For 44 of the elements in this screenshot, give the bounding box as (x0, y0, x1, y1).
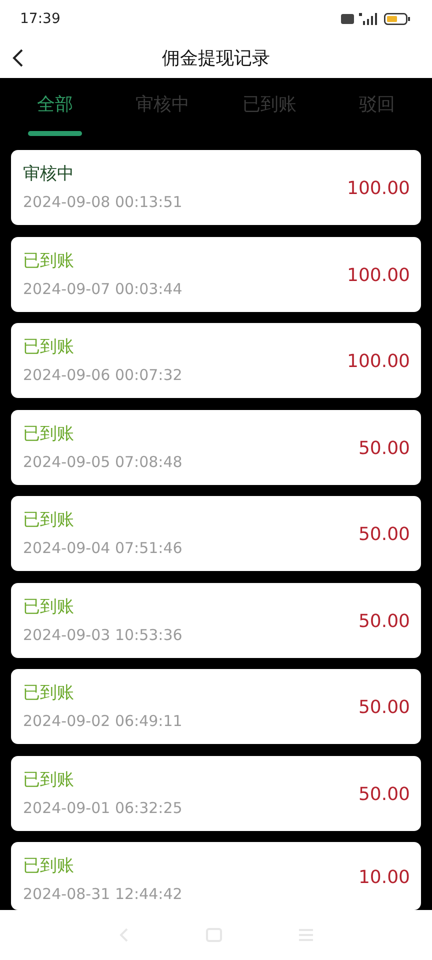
record-amount: 100.00 (347, 178, 410, 199)
record-card[interactable]: 已到账 2024-09-07 00:03:44 100.00 (11, 236, 421, 312)
clock: 17:39 (20, 11, 60, 27)
record-card[interactable]: 已到账 2024-09-05 07:08:48 50.00 (11, 410, 421, 484)
record-time: 2024-09-05 07:08:48 (23, 452, 182, 470)
record-amount: 50.00 (358, 784, 410, 804)
record-card[interactable]: 已到账 2024-09-03 10:53:36 50.00 (11, 582, 421, 658)
record-time: 2024-09-01 06:32:25 (23, 798, 182, 816)
record-card[interactable]: 已到账 2024-08-31 12:44:42 10.00 (11, 842, 421, 910)
record-status: 已到账 (23, 682, 75, 704)
record-card[interactable]: 审核中 2024-09-08 00:13:51 100.00 (11, 150, 421, 225)
record-status: 已到账 (23, 509, 75, 531)
record-amount: 100.00 (347, 351, 410, 372)
record-status: 已到账 (23, 596, 75, 618)
menu-icon[interactable] (298, 928, 314, 942)
record-card[interactable]: 已到账 2024-09-01 06:32:25 50.00 (11, 756, 421, 830)
record-status: 已到账 (23, 422, 75, 444)
record-time: 2024-09-03 10:53:36 (23, 626, 182, 644)
record-status: 审核中 (23, 163, 75, 185)
record-amount: 50.00 (358, 524, 410, 545)
tab[interactable]: 全部 (10, 78, 100, 138)
record-amount: 50.00 (358, 438, 410, 458)
page-title: 佣金提现记录 (162, 47, 270, 70)
record-status: 已到账 (23, 250, 75, 272)
record-time: 2024-08-31 12:44:42 (23, 885, 182, 903)
back-icon[interactable] (12, 49, 24, 67)
record-amount: 100.00 (347, 264, 410, 286)
record-time: 2024-09-04 07:51:46 (23, 539, 182, 557)
signal-icon (359, 13, 379, 25)
record-amount: 50.00 (358, 697, 410, 718)
record-status: 已到账 (23, 336, 75, 358)
record-amount: 10.00 (358, 866, 410, 888)
record-time: 2024-09-06 00:07:32 (23, 366, 182, 384)
record-status: 已到账 (23, 855, 75, 877)
record-time: 2024-09-07 00:03:44 (23, 280, 182, 298)
battery-icon (384, 13, 410, 25)
record-card[interactable]: 已到账 2024-09-02 06:49:11 50.00 (11, 669, 421, 744)
home-icon[interactable] (206, 928, 222, 942)
record-card[interactable]: 已到账 2024-09-04 07:51:46 50.00 (11, 496, 421, 571)
record-time: 2024-09-02 06:49:11 (23, 712, 182, 730)
record-status: 已到账 (23, 768, 75, 790)
record-card[interactable]: 已到账 2024-09-06 00:07:32 100.00 (11, 323, 421, 398)
record-time: 2024-09-08 00:13:51 (23, 193, 182, 211)
record-amount: 50.00 (358, 610, 410, 632)
